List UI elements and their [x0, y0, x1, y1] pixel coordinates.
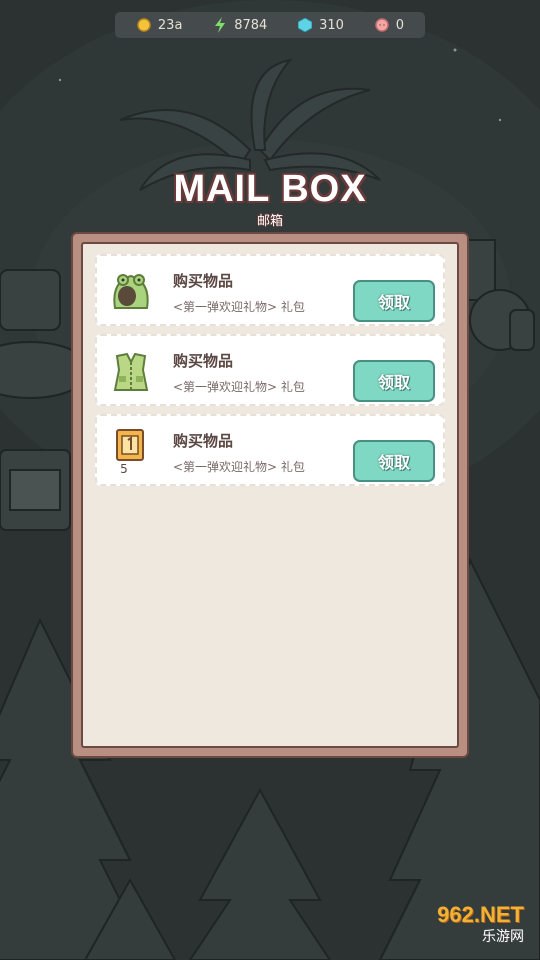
ticket-icon: 5 — [109, 428, 153, 476]
watermark-subtext: 乐游网 — [482, 929, 524, 945]
watermark: 962.NET 乐游网 — [402, 902, 534, 954]
ticket-count: 5 — [120, 462, 128, 476]
mail-panel: 购买物品 <第一弹欢迎礼物> 礼包 领取 购买物品 <第一弹欢迎礼物> 礼包 领… — [71, 232, 469, 758]
claim-button[interactable]: 领取 — [353, 280, 435, 322]
energy-counter: 8784 — [212, 17, 267, 33]
mail-title: 购买物品 — [173, 272, 234, 290]
lightning-icon — [212, 17, 228, 33]
gem-counter: 310 — [297, 17, 344, 33]
watermark-logo-text: 962.NET — [437, 902, 524, 927]
gem-icon — [297, 17, 313, 33]
mail-description: <第一弹欢迎礼物> 礼包 — [173, 380, 305, 394]
mail-title: 购买物品 — [173, 352, 234, 370]
heart-value: 0 — [395, 17, 405, 33]
mail-list: 购买物品 <第一弹欢迎礼物> 礼包 领取 购买物品 <第一弹欢迎礼物> 礼包 领… — [81, 242, 459, 748]
coin-value: 23a — [157, 17, 183, 33]
energy-value: 8784 — [234, 17, 268, 33]
mail-item: 5 购买物品 <第一弹欢迎礼物> 礼包 领取 — [95, 414, 445, 486]
page-title: MAIL BOX — [173, 168, 367, 210]
mail-item: 购买物品 <第一弹欢迎礼物> 礼包 领取 — [95, 254, 445, 326]
claim-button[interactable]: 领取 — [353, 360, 435, 402]
mail-item: 购买物品 <第一弹欢迎礼物> 礼包 领取 — [95, 334, 445, 406]
gem-value: 310 — [319, 17, 344, 33]
claim-button[interactable]: 领取 — [353, 440, 435, 482]
heart-coin-icon — [374, 17, 390, 33]
resource-bar: 23a 8784 310 0 — [115, 12, 425, 38]
coin-counter: 23a — [136, 17, 183, 33]
coin-icon — [136, 17, 152, 33]
page-subtitle: 邮箱 — [256, 214, 283, 229]
green-frog-hood-icon — [109, 268, 153, 316]
mail-description: <第一弹欢迎礼物> 礼包 — [173, 460, 305, 474]
mail-title: 购买物品 — [173, 432, 234, 450]
green-vest-icon — [109, 348, 153, 396]
heart-counter: 0 — [374, 17, 404, 33]
mail-description: <第一弹欢迎礼物> 礼包 — [173, 300, 305, 314]
